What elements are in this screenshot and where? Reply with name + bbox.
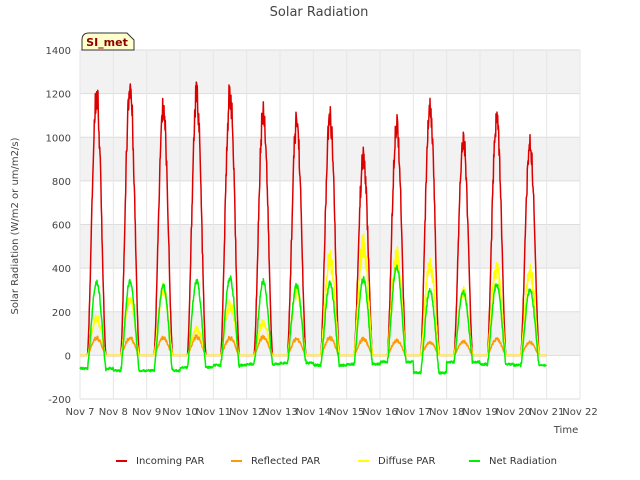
y-tick-label: 1400 [46,46,71,57]
x-tick-label: Nov 19 [462,407,497,418]
legend-label: Incoming PAR [136,456,205,467]
x-tick-label: Nov 13 [262,407,297,418]
x-tick-label: Nov 15 [329,407,364,418]
chart-title: Solar Radiation [270,5,369,20]
y-tick-label: 1000 [46,133,71,144]
x-tick-label: Nov 10 [162,407,197,418]
legend-label: Net Radiation [489,456,557,467]
y-tick-label: 800 [52,177,71,188]
y-axis-ticks: -200 0 200 400 600 800 1000 1200 1400 [46,46,71,406]
legend: Incoming PAR Reflected PAR Diffuse PAR Net … [116,456,557,467]
x-tick-label: Nov 9 [132,407,161,418]
plot-band [80,137,580,181]
solar-radiation-chart: Solar Radiation -200 0 200 400 600 800 1000 120… [10,5,598,467]
y-tick-label: 0 [65,351,71,362]
site-badge-label: SI_met [86,36,128,49]
x-tick-label: Nov 18 [429,407,464,418]
x-tick-label: Nov 16 [362,407,397,418]
x-tick-label: Nov 8 [99,407,128,418]
x-tick-label: Nov 20 [496,407,531,418]
x-tick-label: Nov 21 [529,407,564,418]
x-axis-ticks: Nov 7 Nov 8 Nov 9 Nov 10Nov 11Nov 12Nov 13N… [65,407,597,418]
x-tick-label: Nov 22 [562,407,597,418]
legend-label: Diffuse PAR [378,456,435,467]
x-axis-title: Time [553,425,578,436]
y-tick-label: 200 [52,308,71,319]
x-tick-label: Nov 17 [396,407,431,418]
y-tick-label: 1200 [46,90,71,101]
x-tick-label: Nov 11 [196,407,231,418]
y-axis-title: Solar Radiation (W/m2 or um/m2/s) [10,137,21,314]
x-tick-label: Nov 14 [296,407,331,418]
y-tick-label: 600 [52,221,71,232]
x-tick-label: Nov 7 [65,407,94,418]
legend-label: Reflected PAR [251,456,320,467]
x-tick-label: Nov 12 [229,407,264,418]
site-badge: SI_met [81,32,135,51]
y-tick-label: -200 [48,395,71,406]
y-tick-label: 400 [52,264,71,275]
plot-band [80,50,580,94]
